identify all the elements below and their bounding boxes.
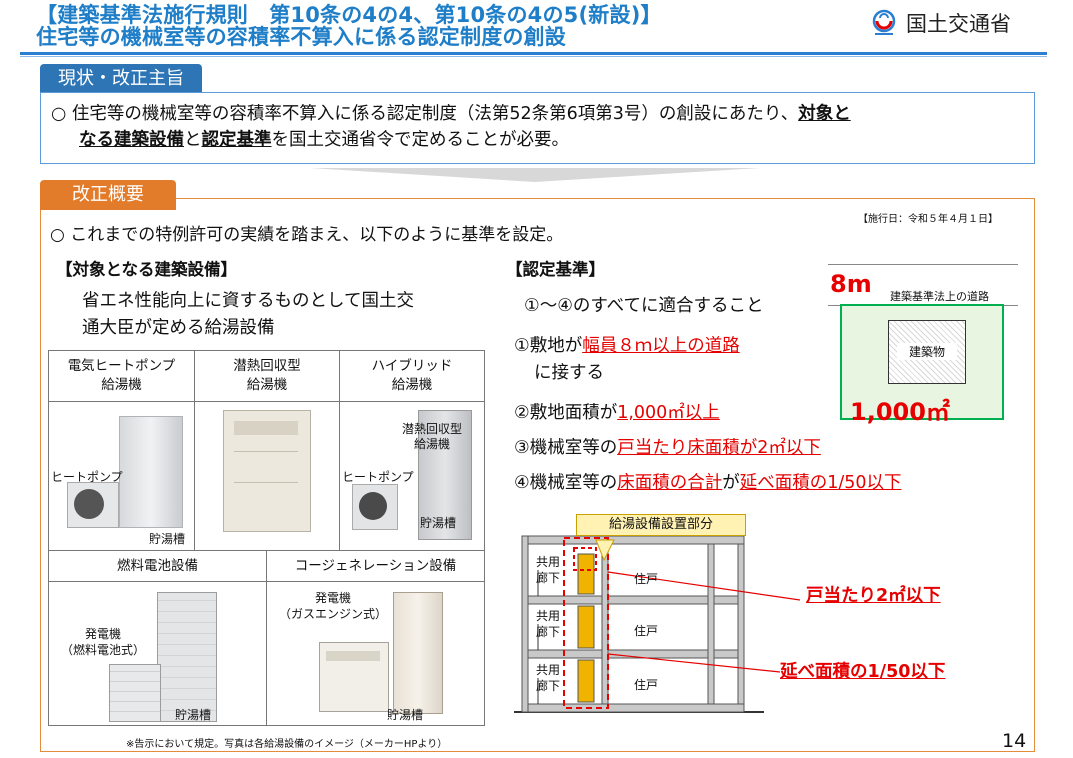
criterion-2-text: ②敷地面積が (514, 403, 618, 423)
ministry-name: 国土交通省 (906, 12, 1011, 36)
criteria-heading: 【認定基準】 (506, 260, 605, 279)
header-hybrid: ハイブリッド 給湯機 (371, 358, 453, 393)
target-desc-line2: 通大臣が定める給湯設備 (82, 318, 275, 338)
building-block: 建築物 (888, 320, 966, 384)
corridor-label-3: 共用 廊下 (536, 663, 561, 693)
header-latent: 潜熱回収型 給湯機 (233, 358, 301, 393)
callout-label: 給湯設備設置部分 (576, 514, 746, 536)
label-storage-3: 貯湯槽 (175, 708, 212, 722)
dwelling-label-1: 住戸 (634, 572, 659, 586)
road-label: 建築基準法上の道路 (890, 290, 989, 303)
down-arrow-icon (310, 168, 760, 182)
cell-cogen-header: コージェネレーション設備 (266, 550, 485, 582)
ministry-emblem-icon (872, 9, 896, 35)
label-heatpump: ヒートポンプ (51, 470, 123, 484)
status-text-b: と (184, 130, 202, 150)
bullet: ○ (51, 104, 67, 124)
footnote: ※告示において規定。写真は各給湯設備のイメージ（メーカーHPより） (126, 739, 448, 750)
criterion-3-red: 戸当たり床面積が2㎡以下 (617, 438, 821, 458)
target-heading: 【対象となる建築設備】 (56, 260, 238, 279)
cell-fuelcell-header: 燃料電池設備 (48, 550, 267, 582)
section-tab-current: 現状・改正主旨 (40, 64, 202, 94)
criterion-1: ①敷地が幅員８ｍ以上の道路 に接する (514, 333, 740, 387)
heatpump-image: ヒートポンプ 貯湯槽 (48, 401, 195, 551)
page-number: 14 (1002, 730, 1027, 752)
label-storage-2: 貯湯槽 (420, 516, 457, 530)
cell-hybrid-header: ハイブリッド 給湯機 (339, 350, 485, 402)
equipment-table: 電気ヒートポンプ 給湯機 潜熱回収型 給湯機 ハイブリッド 給湯機 ヒートポンプ… (48, 350, 485, 734)
annotation-per-unit: 戸当たり2㎡以下 (806, 586, 941, 606)
dwelling-label-3: 住戸 (634, 678, 659, 692)
criterion-4-red1: 床面積の合計 (617, 473, 723, 493)
title-line-1: 【建築基準法施行規則 第10条の4の4、第10条の4の5(新設)】 (36, 3, 662, 27)
status-text-c: を国土交通省令で定めることが必要。 (271, 130, 570, 150)
latent-image (194, 401, 340, 551)
criterion-3-text: ③機械室等の (514, 438, 618, 458)
criterion-2: ②敷地面積が1,000㎡以上 (514, 399, 720, 424)
target-desc-line1: 省エネ性能向上に資するものとして国土交 (82, 291, 414, 311)
building-label: 建築物 (897, 343, 957, 360)
label-latent: 潜熱回収型 給湯機 (402, 422, 463, 451)
annotation-total: 延べ面積の1/50以下 (780, 662, 946, 682)
criterion-4-red2: 延べ面積の1/50以下 (739, 473, 902, 493)
current-status-box: ○ 住宅等の機械室等の容積率不算入に係る認定制度（法第52条第6項第3号）の創設… (40, 92, 1035, 164)
corridor-label-2: 共用 廊下 (536, 609, 561, 639)
header-fuelcell: 燃料電池設備 (117, 558, 198, 574)
criterion-2-red: 1,000㎡以上 (617, 403, 720, 423)
criterion-1-tail: に接する (534, 363, 604, 383)
header-heatpump: 電気ヒートポンプ 給湯機 (67, 358, 176, 393)
revision-intro: ○ これまでの特例許可の実績を踏まえ、以下のように基準を設定。 (50, 225, 564, 245)
criteria-all: ①～④のすべてに適合すること (524, 296, 764, 316)
criterion-4: ④機械室等の床面積の合計が延べ面積の1/50以下 (514, 469, 902, 494)
header-rule (20, 52, 1047, 55)
dwelling-label-2: 住戸 (634, 624, 659, 638)
ministry-logo: 国土交通省 (870, 8, 1050, 38)
status-bold-b: なる建築設備 (79, 130, 184, 150)
current-status-text: ○ 住宅等の機械室等の容積率不算入に係る認定制度（法第52条第6項第3号）の創設… (51, 101, 1026, 153)
cogen-image: 発電機 （ガスエンジン式） 貯湯槽 (266, 581, 485, 726)
label-storage-1: 貯湯槽 (149, 532, 186, 546)
title-line-2: 住宅等の機械室等の容積率不算入に係る認定制度の創設 (36, 25, 566, 49)
label-storage-4: 貯湯槽 (387, 708, 424, 722)
criterion-4-mid: が (722, 473, 740, 493)
header-cogen: コージェネレーション設備 (294, 558, 457, 574)
label-generator-gas: 発電機 （ガスエンジン式） (279, 591, 388, 621)
road-width: 8m (830, 270, 872, 298)
label-generator-fc: 発電機 （燃料電池式） (61, 627, 146, 657)
criterion-1-text: ①敷地が (514, 336, 583, 356)
effective-date: 【施行日：令和５年４月１日】 (858, 214, 998, 225)
cell-latent-header: 潜熱回収型 給湯機 (194, 350, 340, 402)
fuelcell-image: 発電機 （燃料電池式） 貯湯槽 (48, 581, 267, 726)
corridor-label-1: 共用 廊下 (536, 555, 561, 585)
criterion-3: ③機械室等の戸当たり床面積が2㎡以下 (514, 434, 821, 459)
target-description: 省エネ性能向上に資するものとして国土交 通大臣が定める給湯設備 (82, 288, 414, 342)
cell-heatpump-header: 電気ヒートポンプ 給湯機 (48, 350, 195, 402)
header-rule-thin (20, 56, 1047, 57)
site-area-value: 1,000㎡ (850, 398, 950, 426)
hybrid-image: 潜熱回収型 給湯機 ヒートポンプ 貯湯槽 (339, 401, 485, 551)
status-text-a: 住宅等の機械室等の容積率不算入に係る認定制度（法第52条第6項第3号）の創設にあ… (71, 104, 799, 124)
section-tab-revision: 改正概要 (40, 180, 176, 210)
label-heatpump-2: ヒートポンプ (342, 470, 414, 484)
section-diagram: 給湯設備設置部分 共用 廊下 共用 廊下 共用 廊下 住戸 住戸 住戸 (514, 512, 814, 722)
criterion-4-text: ④機械室等の (514, 473, 618, 493)
criterion-1-red: 幅員８ｍ以上の道路 (582, 336, 740, 356)
status-bold-c: 認定基準 (201, 130, 272, 150)
status-bold-a: 対象と (798, 104, 851, 124)
site-plan-diagram: 8m 建築基準法上の道路 建築物 1,000㎡ (828, 264, 1018, 426)
